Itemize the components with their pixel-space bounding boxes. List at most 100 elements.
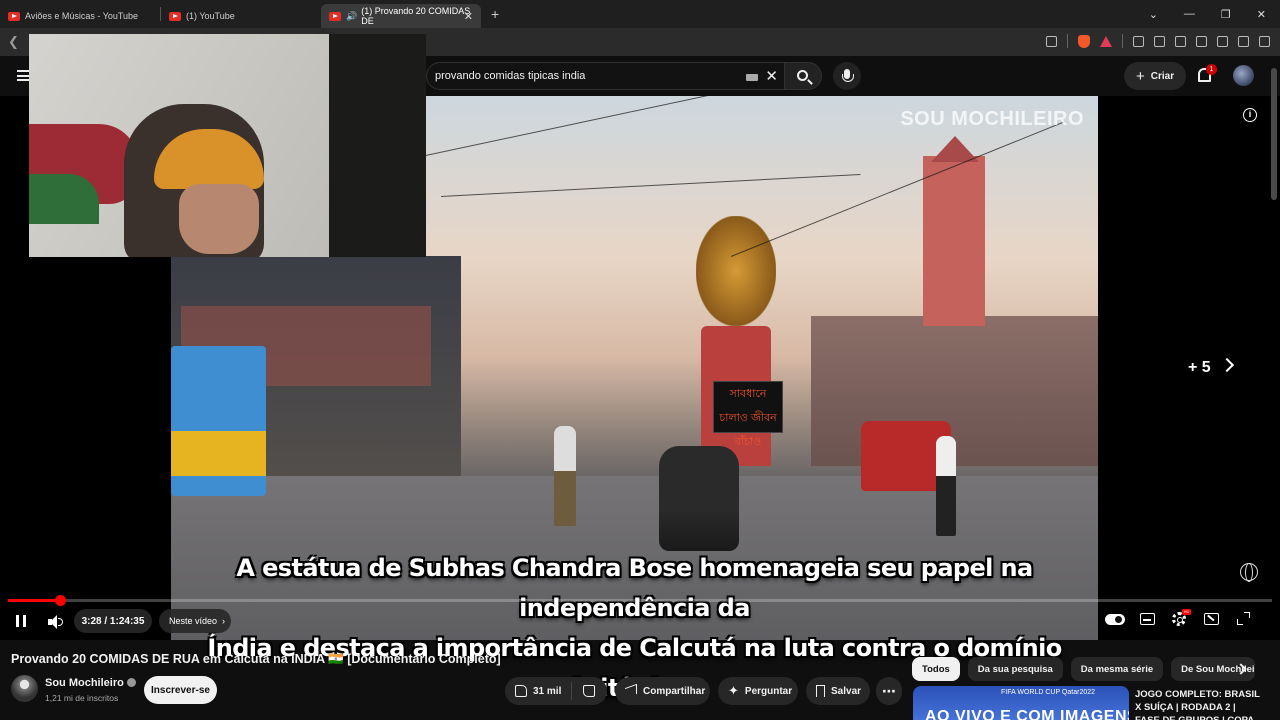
keyboard-icon[interactable] (746, 74, 758, 81)
new-tab-button[interactable]: + (491, 6, 499, 22)
browser-tab[interactable]: (1) YouTube (161, 4, 321, 28)
voice-search-button[interactable] (833, 62, 861, 90)
save-button[interactable]: Salvar (806, 677, 870, 705)
save-label: Salvar (831, 685, 862, 697)
channel-name-text[interactable]: Sou Mochileiro (45, 677, 124, 689)
chip-all[interactable]: Todos (912, 657, 960, 681)
sidebar-icon[interactable] (1175, 35, 1186, 47)
toolbar-divider (1067, 34, 1068, 48)
progress-bar[interactable] (8, 595, 1272, 606)
globe-icon[interactable] (1240, 563, 1258, 582)
scene-person (936, 436, 956, 536)
chapter-label: Neste vídeo (169, 616, 218, 626)
tab-search-icon[interactable]: ⌄ (1149, 8, 1158, 21)
leo-icon[interactable] (1217, 35, 1228, 47)
thumbs-down-icon[interactable] (583, 685, 595, 697)
create-button[interactable]: + Criar (1124, 62, 1186, 90)
like-count: 31 mil (533, 685, 562, 697)
extensions-bar (1046, 34, 1270, 48)
webcam-overlay (29, 34, 426, 257)
scene-statue (696, 216, 776, 326)
search-button[interactable] (784, 62, 822, 90)
close-window-button[interactable]: ✕ (1257, 8, 1266, 21)
tab-title: Aviões e Músicas - YouTube (25, 11, 139, 21)
channel-name[interactable]: Sou Mochileiro (45, 677, 136, 689)
fullscreen-button[interactable] (1237, 612, 1250, 625)
clear-search-icon[interactable]: ✕ (765, 67, 778, 85)
subscribe-button[interactable]: Inscrever-se (144, 676, 217, 704)
window-controls: ⌄ — ❐ ✕ (1149, 0, 1280, 28)
vpn-icon[interactable] (1238, 35, 1249, 47)
info-icon[interactable]: i (1243, 108, 1257, 122)
menu-icon[interactable] (1259, 35, 1270, 47)
webcam-background (329, 34, 426, 257)
end-card-count[interactable]: + 5 (1188, 359, 1211, 377)
scene-wire (730, 121, 1065, 257)
back-icon[interactable]: ❮ (8, 34, 19, 50)
chip-same-series[interactable]: Da mesma série (1070, 657, 1164, 681)
minimize-button[interactable]: — (1184, 8, 1195, 20)
recommended-video-thumbnail[interactable]: FIFA WORLD CUP Qatar2022 AO VIVO E COM I… (913, 686, 1129, 720)
scene-clock-tower (923, 156, 985, 326)
wallet-icon[interactable] (1196, 35, 1207, 47)
miniplayer-button[interactable] (1204, 613, 1219, 625)
video-title: Provando 20 COMIDAS DE RUA em Calcutá na… (11, 652, 501, 666)
ask-label: Perguntar (744, 685, 793, 697)
like-button[interactable]: 31 mil (505, 682, 572, 700)
pause-button[interactable] (16, 615, 26, 627)
search-query[interactable]: provando comidas tipicas india (435, 70, 585, 82)
youtube-favicon-icon (8, 11, 20, 21)
create-label: Criar (1150, 70, 1175, 82)
account-avatar[interactable] (1233, 65, 1254, 86)
more-actions-button[interactable]: ⋯ (876, 677, 902, 705)
hd-badge: HD (1182, 609, 1191, 615)
rewards-icon[interactable] (1100, 35, 1112, 47)
notification-badge: 1 (1206, 64, 1217, 75)
brave-shield-icon[interactable] (1078, 34, 1090, 48)
thumbs-up-icon (515, 685, 527, 697)
thumbnail-text: AO VIVO E COM IMAGENS (925, 708, 1129, 720)
time-text: 3:28 / 1:24:35 (81, 615, 145, 627)
browser-tab[interactable]: Aviões e Músicas - YouTube (0, 4, 160, 28)
extensions-icon[interactable] (1133, 35, 1144, 47)
channel-avatar[interactable] (11, 675, 38, 702)
autoplay-toggle[interactable] (1105, 614, 1125, 625)
chevron-right-icon[interactable] (1219, 357, 1235, 373)
search-input[interactable]: provando comidas tipicas india ✕ (426, 62, 784, 90)
page-scrollbar[interactable] (1271, 68, 1277, 200)
bookmark-icon (816, 685, 825, 697)
tab-title: (1) YouTube (186, 11, 235, 21)
close-tab-icon[interactable]: ✕ (464, 10, 473, 23)
youtube-favicon-icon (169, 11, 181, 21)
browser-tab-active[interactable]: 🔊 (1) Provando 20 COMIDAS DE ✕ (321, 4, 481, 28)
bus-stripe (171, 431, 266, 476)
sparkle-icon: ✦ (728, 683, 739, 698)
scene-sign: সাবধানে চালাও জীবন বাঁচাও (713, 381, 783, 448)
share-button[interactable]: Compartilhar (615, 677, 710, 705)
webcam-cloth (29, 174, 99, 224)
speaker-icon[interactable]: 🔊 (346, 11, 357, 22)
like-dislike-group: 31 mil (505, 677, 607, 705)
webcam-face (179, 184, 259, 254)
media-icon[interactable] (1154, 35, 1165, 47)
player-controls: 3:28 / 1:24:35 Neste vídeo › HD (0, 606, 1280, 640)
scene-motorcycle (659, 446, 739, 551)
share-label: Compartilhar (643, 685, 706, 697)
scrubber-handle[interactable] (54, 595, 66, 606)
search-icon (797, 70, 808, 81)
volume-icon[interactable] (48, 615, 63, 629)
subscriber-count: 1,21 mi de inscritos (45, 693, 119, 703)
share-icon (625, 683, 637, 699)
scene-wire (440, 174, 861, 197)
chapter-button[interactable]: Neste vídeo › (159, 609, 231, 633)
recommended-video-title[interactable]: JOGO COMPLETO: BRASIL X SUÍÇA | RODADA 2… (1135, 688, 1260, 720)
maximize-button[interactable]: ❐ (1221, 8, 1231, 21)
scene-person (554, 426, 576, 526)
ask-button[interactable]: ✦ Perguntar (718, 677, 798, 705)
subtitles-button[interactable] (1140, 613, 1155, 625)
chip-from-search[interactable]: Da sua pesquisa (967, 657, 1063, 681)
cast-icon[interactable] (1046, 35, 1057, 47)
played-bar (8, 599, 60, 602)
time-display: 3:28 / 1:24:35 (74, 609, 152, 633)
verified-icon (126, 678, 136, 687)
